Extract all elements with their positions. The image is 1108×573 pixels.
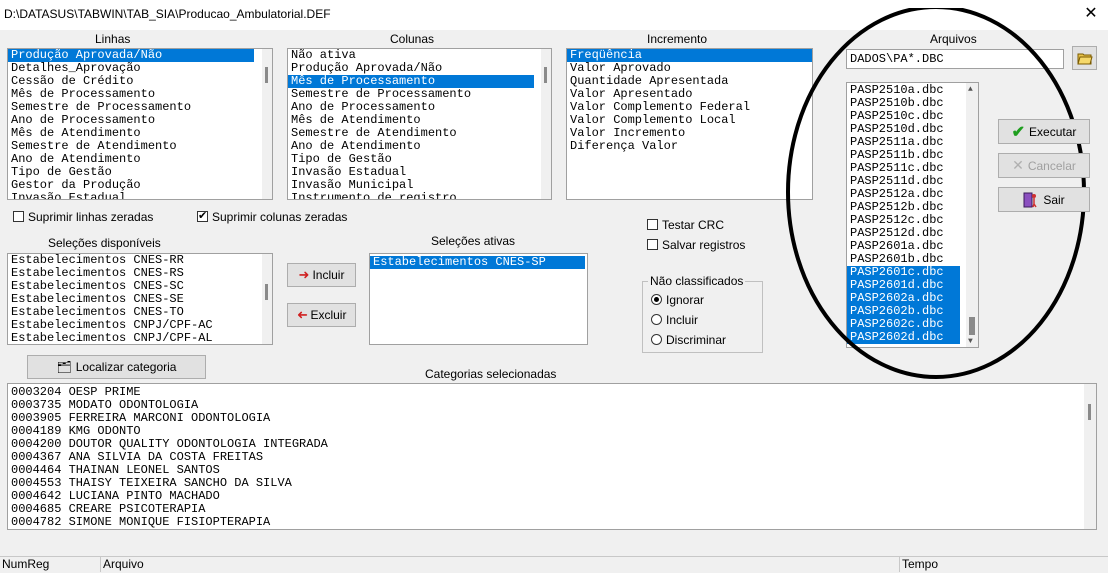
categoria-item[interactable]: 0004782 SIMONE MONIQUE FISIOPTERAPIA [8, 516, 1096, 529]
selecoes-ativas-label: Seleções ativas [431, 234, 516, 248]
incremento-label: Incremento [647, 32, 708, 46]
linhas-list[interactable]: Produção Aprovada/Não Detalhes_Aprovação C… [7, 48, 273, 200]
localizar-categoria-button[interactable]: 🗂 Localizar categoria [27, 355, 206, 379]
radio-discriminar[interactable]: Discriminar [651, 332, 726, 347]
arrow-right-icon: ➜ [298, 267, 310, 282]
suprimir-colunas-checkbox[interactable]: ✔ Suprimir colunas zeradas [197, 209, 347, 224]
incluir-button[interactable]: ➜ Incluir [287, 263, 356, 287]
selecoes-disponiveis-list[interactable]: Estabelecimentos CNES-RR Estabelecimentos… [7, 253, 273, 345]
categorias-scrollbar[interactable] [1084, 384, 1096, 529]
linhas-scrollbar[interactable] [262, 49, 272, 199]
selecoes-scrollbar[interactable] [262, 254, 272, 344]
testar-crc-checkbox[interactable]: Testar CRC [647, 217, 724, 232]
status-arquivo: Arquivo [101, 557, 900, 572]
search-folder-icon: 🗂 [56, 360, 72, 374]
sair-label: Sair [1043, 192, 1065, 207]
status-numreg: NumReg [0, 557, 101, 572]
radio-ignorar[interactable]: Ignorar [651, 292, 704, 307]
linhas-item[interactable]: Invasão Estadual [8, 192, 254, 200]
selecoes-ativas-list[interactable]: Estabelecimentos CNES-SP [369, 253, 588, 345]
cancel-x-icon: ✕ [1012, 157, 1024, 173]
executar-label: Executar [1029, 124, 1077, 139]
selecao-disponivel-item[interactable]: Estabelecimentos CNPJ/CPF-AL [8, 332, 272, 345]
cancelar-button[interactable]: ✕ Cancelar [998, 153, 1090, 178]
linhas-label: Linhas [95, 32, 131, 46]
colunas-scrollbar[interactable] [541, 49, 551, 199]
excluir-button[interactable]: ➜ Excluir [287, 303, 356, 327]
status-tempo: Tempo [902, 557, 939, 571]
categorias-label: Categorias selecionadas [425, 367, 557, 381]
executar-button[interactable]: ✔ Executar [998, 119, 1090, 144]
cancelar-label: Cancelar [1027, 158, 1076, 173]
arrow-left-icon: ➜ [296, 307, 308, 322]
colunas-list[interactable]: Não ativa Produção Aprovada/Não Mês de Pro… [287, 48, 552, 200]
radio-incluir[interactable]: Incluir [651, 312, 698, 327]
sair-button[interactable]: Sair [998, 187, 1090, 212]
checkmark-icon: ✔ [1011, 123, 1026, 141]
selecoes-disponiveis-label: Seleções disponíveis [48, 236, 161, 250]
suprimir-linhas-checkbox[interactable]: Suprimir linhas zeradas [13, 209, 153, 224]
salvar-registros-checkbox[interactable]: Salvar registros [647, 237, 745, 252]
window-title: D:\DATASUS\TABWIN\TAB_SIA\Producao_Ambul… [4, 7, 331, 21]
selecao-ativa-item[interactable]: Estabelecimentos CNES-SP [370, 256, 585, 269]
colunas-label: Colunas [390, 32, 435, 46]
colunas-item[interactable]: Instrumento de registro [288, 192, 534, 200]
categorias-list[interactable]: 0003204 OESP PRIME 0003735 MODATO ODONTOL… [7, 383, 1097, 530]
nao-classificados-label: Não classificados [648, 274, 746, 288]
categoria-item[interactable]: 0003905 FERREIRA MARCONI ODONTOLOGIA [8, 412, 1096, 425]
exit-door-icon [1023, 192, 1037, 207]
